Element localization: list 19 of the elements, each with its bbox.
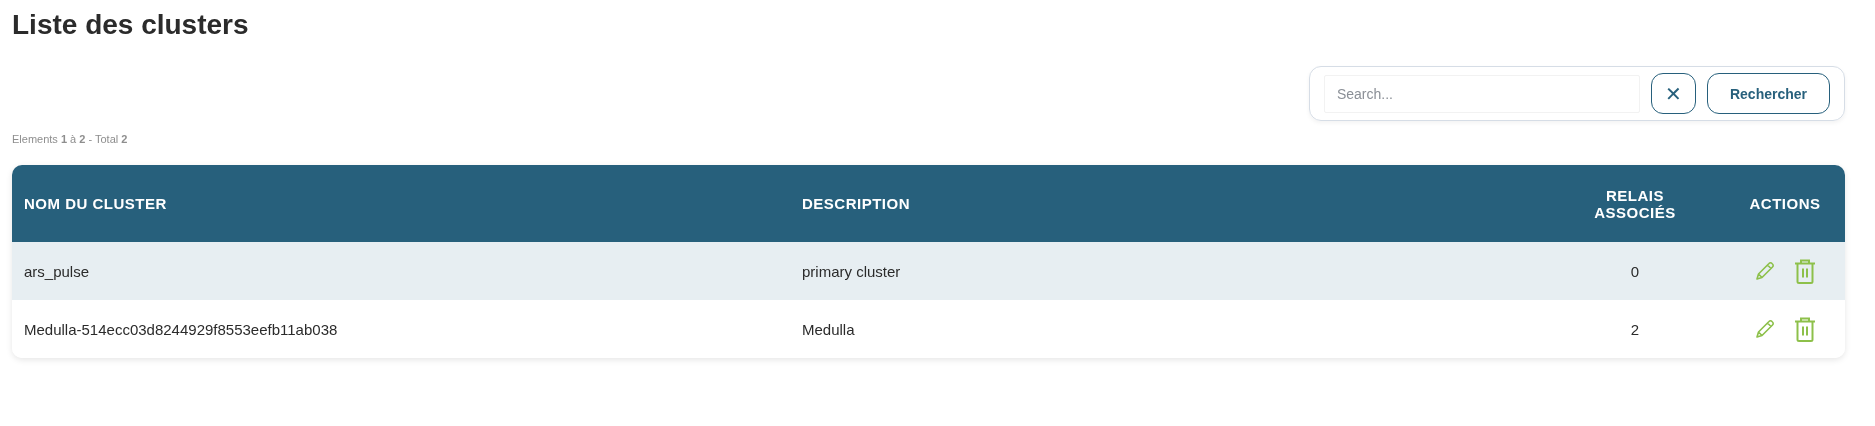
trash-icon[interactable] <box>1793 257 1817 285</box>
table-cell-text: 2 <box>1629 320 1641 338</box>
trash-icon[interactable] <box>1793 315 1817 343</box>
search-button[interactable]: Rechercher <box>1706 73 1830 114</box>
table-cell-text: ars_pulse <box>23 262 91 280</box>
column-header: RELAIS ASSOCIÉS <box>1593 186 1677 221</box>
table-cell-text: 0 <box>1629 262 1641 280</box>
table-cell-text: primary cluster <box>801 262 902 280</box>
pencil-icon[interactable] <box>1753 317 1777 341</box>
pencil-icon[interactable] <box>1753 259 1777 283</box>
search-field[interactable]: Search... <box>1323 74 1640 113</box>
column-header: DESCRIPTION <box>801 195 911 212</box>
pagination-summary: Elements 1 à 2 - Total 2 <box>12 133 129 145</box>
column-header: ACTIONS <box>1748 195 1822 212</box>
table-cell-text: Medulla-514ecc03d8244929f8553eefb11ab038 <box>23 320 339 338</box>
clear-button[interactable]: ✕ <box>1650 73 1696 114</box>
page-title: Liste des clusters <box>12 8 250 42</box>
table-cell-text: Medulla <box>801 320 856 338</box>
column-header: NOM DU CLUSTER <box>23 195 168 212</box>
